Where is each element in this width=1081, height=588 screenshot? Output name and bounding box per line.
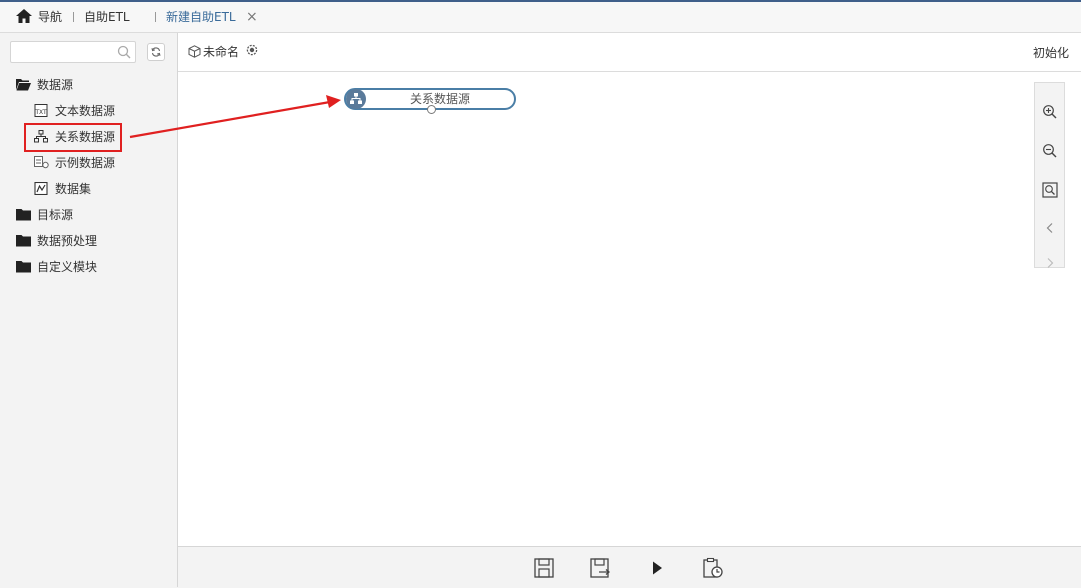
init-button[interactable]: 初始化 [1033, 44, 1069, 61]
tab-separator [155, 12, 156, 22]
bottom-toolbar [178, 546, 1081, 588]
search-box [10, 41, 136, 63]
folder-open-icon [16, 79, 31, 91]
tree-item-dataset-label: 数据集 [55, 182, 92, 196]
folder-icon [16, 235, 31, 247]
node-relational-db-icon [346, 89, 366, 109]
highlight-annotation-box [24, 123, 122, 152]
main-panel: 未命名 初始化 关系数据源 [178, 33, 1081, 588]
tree-item-dataset[interactable]: 数据集 [34, 179, 91, 199]
refresh-button[interactable] [147, 43, 165, 61]
chevron-left-icon[interactable] [1042, 220, 1058, 236]
tab-new-etl-label: 新建自助ETL [166, 10, 236, 24]
refresh-icon [151, 47, 161, 57]
etl-canvas[interactable]: 关系数据源 [178, 72, 1081, 546]
tab-separator [73, 12, 74, 22]
zoom-toolbar [1034, 82, 1065, 268]
schedule-icon[interactable] [702, 557, 724, 579]
tree-item-sample-datasource-label: 示例数据源 [55, 156, 116, 170]
save-icon[interactable] [533, 557, 555, 579]
relational-datasource-node[interactable]: 关系数据源 [344, 88, 516, 114]
folder-icon [16, 209, 31, 221]
tab-home[interactable]: 导航 [16, 2, 62, 32]
tree-folder-custom-module-label: 自定义模块 [37, 260, 98, 274]
svg-text:TXT: TXT [34, 109, 47, 116]
search-input[interactable] [11, 42, 119, 62]
tree-item-sample-datasource[interactable]: 示例数据源 [34, 153, 115, 173]
zoom-in-icon[interactable] [1042, 104, 1058, 120]
search-icon[interactable] [117, 45, 131, 59]
close-tab-icon[interactable]: × [246, 2, 258, 32]
dataset-icon [34, 182, 48, 195]
node-output-port[interactable] [427, 105, 436, 114]
tab-bar: 导航 自助ETL 新建自助ETL × [0, 2, 1081, 33]
tree-folder-preprocess[interactable]: 数据预处理 [16, 231, 97, 251]
tab-self-etl-label: 自助ETL [84, 10, 130, 24]
project-name[interactable]: 未命名 [188, 44, 239, 60]
chevron-right-icon[interactable] [1042, 255, 1058, 271]
gear-icon[interactable] [245, 43, 259, 57]
node-label: 关系数据源 [409, 92, 470, 106]
tree-folder-datasource[interactable]: 数据源 [16, 75, 73, 95]
folder-icon [16, 261, 31, 273]
sidebar: 数据源 TXT 文本数据源 关系数据源 示例数据源 数据集 目标源 数据预处理 … [0, 33, 178, 587]
tree-folder-target-label: 目标源 [37, 208, 74, 222]
tree-item-text-datasource[interactable]: TXT 文本数据源 [34, 101, 115, 121]
tab-new-etl[interactable]: 新建自助ETL [166, 2, 236, 32]
tree-folder-target[interactable]: 目标源 [16, 205, 73, 225]
play-icon[interactable] [646, 557, 668, 579]
tree-folder-datasource-label: 数据源 [37, 78, 74, 92]
tree-folder-preprocess-label: 数据预处理 [37, 234, 98, 248]
tree-item-text-datasource-label: 文本数据源 [55, 104, 116, 118]
project-name-label: 未命名 [203, 45, 240, 59]
fit-view-icon[interactable] [1042, 182, 1058, 198]
sample-db-icon [34, 156, 49, 169]
home-icon [16, 8, 32, 23]
main-header: 未命名 初始化 [178, 33, 1081, 72]
tab-home-label: 导航 [38, 10, 63, 24]
text-file-icon: TXT [34, 104, 48, 117]
cube-icon [188, 45, 201, 58]
save-as-icon[interactable] [589, 557, 611, 579]
zoom-out-icon[interactable] [1042, 143, 1058, 159]
tab-self-etl[interactable]: 自助ETL [84, 2, 130, 32]
tree-folder-custom-module[interactable]: 自定义模块 [16, 257, 97, 277]
